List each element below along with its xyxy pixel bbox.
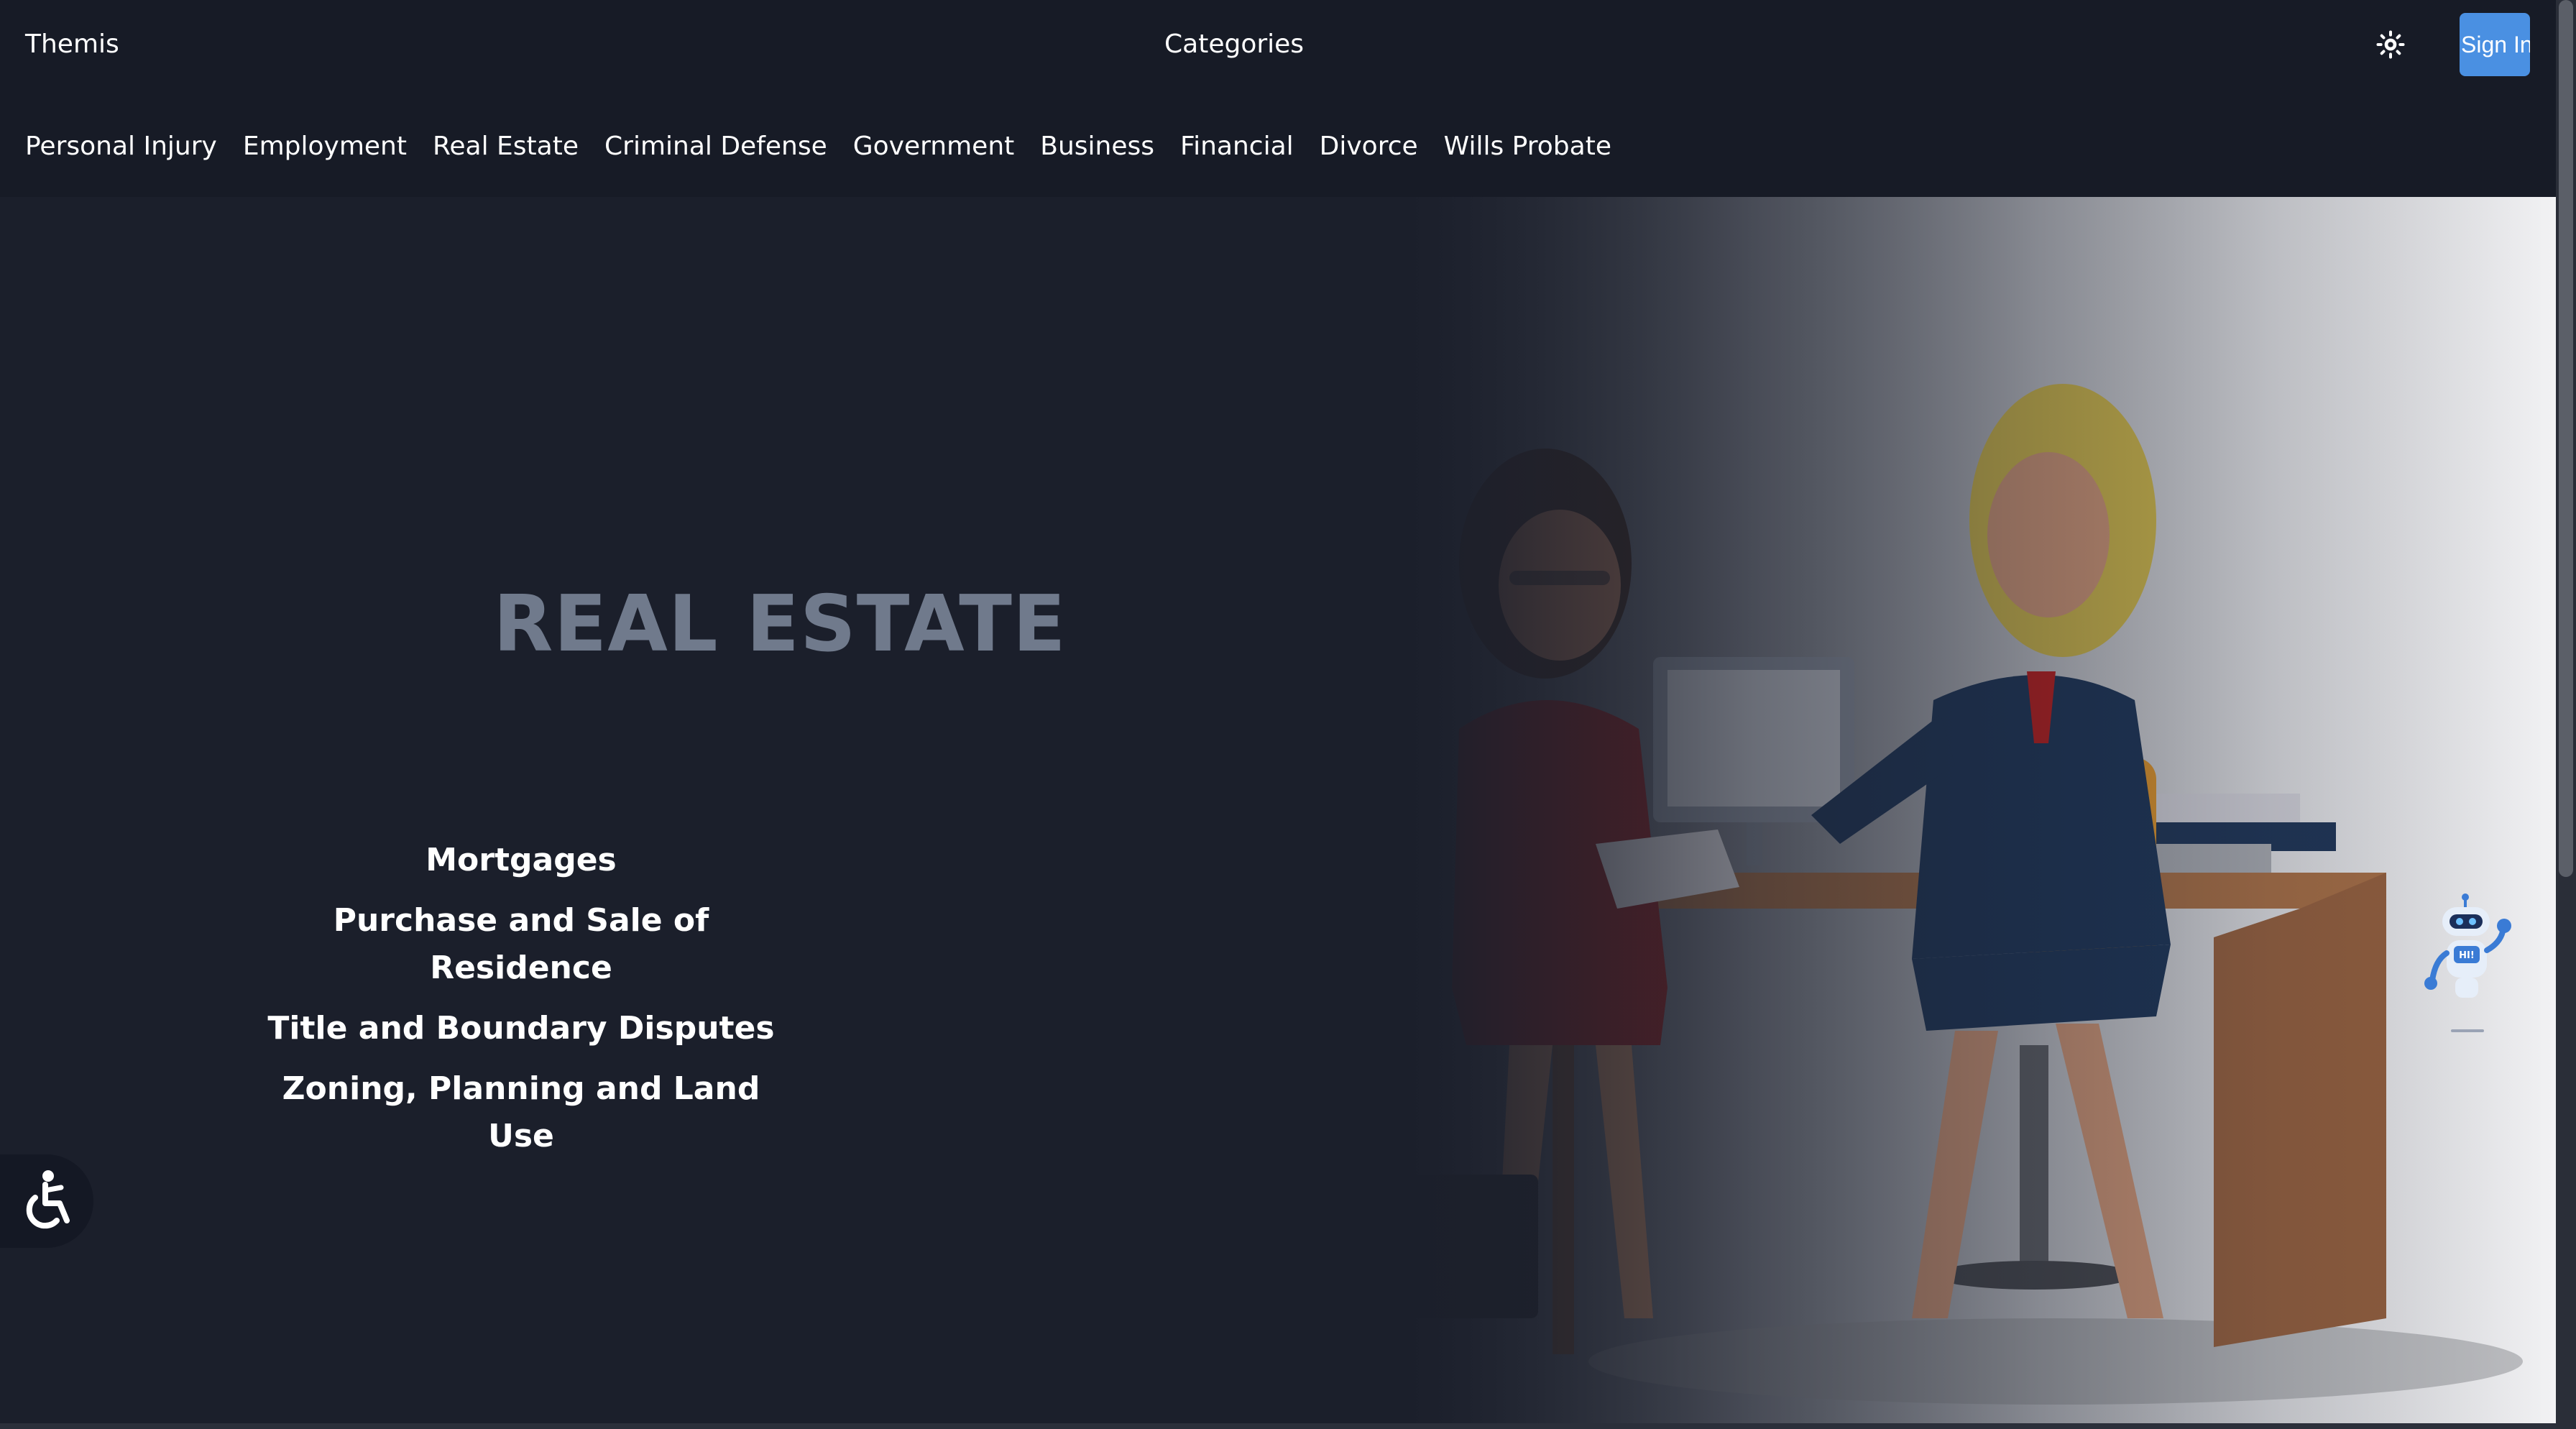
accessibility-icon bbox=[26, 1170, 70, 1229]
theme-toggle-button[interactable] bbox=[2372, 26, 2409, 63]
accessibility-button[interactable] bbox=[0, 1154, 93, 1248]
nav-item-employment[interactable]: Employment bbox=[243, 128, 407, 165]
subcategory-zoning[interactable]: Zoning, Planning and Land Use bbox=[259, 1065, 783, 1160]
categories-link[interactable]: Categories bbox=[1164, 27, 1304, 62]
subcategory-purchase-sale[interactable]: Purchase and Sale of Residence bbox=[259, 897, 783, 992]
brand-logo[interactable]: Themis bbox=[25, 27, 119, 62]
nav-item-wills-probate[interactable]: Wills Probate bbox=[1444, 128, 1611, 165]
nav-item-business[interactable]: Business bbox=[1040, 128, 1154, 165]
page-title: REAL ESTATE bbox=[493, 579, 1067, 669]
hero-image-fade bbox=[1409, 197, 2556, 1423]
chatbot-robot-icon: HI! bbox=[2424, 893, 2511, 1032]
chatbot-widget[interactable]: HI! bbox=[2415, 888, 2530, 1039]
subcategory-mortgages[interactable]: Mortgages bbox=[259, 837, 783, 884]
subcategory-title-boundary[interactable]: Title and Boundary Disputes bbox=[259, 1005, 783, 1052]
app-root: Themis Categories Sign In Personal Injur… bbox=[0, 0, 2576, 1429]
hero-section: REAL ESTATE Mortgages Purchase and Sale … bbox=[0, 197, 2556, 1423]
chatbot-badge: HI! bbox=[2459, 950, 2475, 961]
sign-in-button[interactable]: Sign In bbox=[2460, 13, 2530, 76]
nav-item-divorce[interactable]: Divorce bbox=[1320, 128, 1418, 165]
nav-item-financial[interactable]: Financial bbox=[1180, 128, 1294, 165]
nav-item-criminal-defense[interactable]: Criminal Defense bbox=[604, 128, 827, 165]
scrollbar-thumb[interactable] bbox=[2559, 0, 2573, 877]
sun-icon bbox=[2376, 30, 2405, 59]
bottom-divider bbox=[0, 1423, 2556, 1429]
nav-item-real-estate[interactable]: Real Estate bbox=[433, 128, 579, 165]
top-header: Themis Categories Sign In Personal Injur… bbox=[0, 0, 2556, 197]
category-nav: Personal Injury Employment Real Estate C… bbox=[25, 128, 1637, 165]
nav-item-personal-injury[interactable]: Personal Injury bbox=[25, 128, 217, 165]
nav-item-government[interactable]: Government bbox=[853, 128, 1015, 165]
subcategory-list: Mortgages Purchase and Sale of Residence… bbox=[259, 837, 783, 1173]
